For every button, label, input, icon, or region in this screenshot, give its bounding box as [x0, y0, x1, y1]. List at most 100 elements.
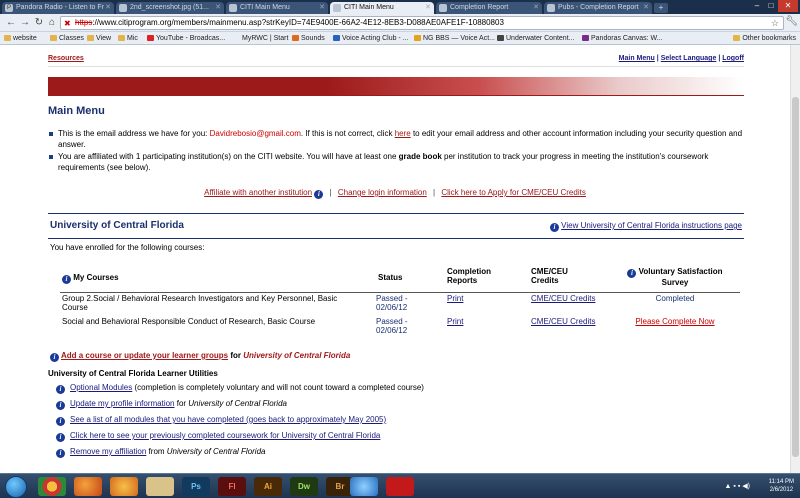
close-tab-icon[interactable]: ✕	[425, 2, 431, 14]
wrench-icon[interactable]: 🔧︎	[785, 16, 798, 27]
address-bar[interactable]: ✖ https://www.citiprogram.org/members/ma…	[60, 16, 784, 30]
bookmark-item[interactable]: Classes	[50, 32, 84, 44]
completed-modules-link[interactable]: See a list of all modules that you have …	[70, 415, 386, 424]
info-icon[interactable]: i	[50, 353, 59, 362]
maximize-icon[interactable]: □	[764, 0, 778, 12]
info-icon[interactable]: i	[56, 449, 65, 458]
cme-credits-link[interactable]: CME/CEU Credits	[531, 317, 595, 326]
table-row-course: Social and Behavioral Responsible Conduc…	[62, 317, 316, 326]
add-course-link[interactable]: Add a course or update your learner grou…	[61, 351, 228, 360]
utility-item: i Remove my affiliation from University o…	[56, 447, 265, 458]
info-icon[interactable]: i	[56, 385, 65, 394]
info-icon[interactable]: i	[627, 269, 637, 278]
acrobat-icon[interactable]	[386, 477, 414, 496]
header-status: Status	[378, 273, 403, 282]
info-icon[interactable]: i	[62, 275, 71, 284]
window-controls: – □ ✕	[750, 0, 798, 12]
explorer-icon[interactable]	[146, 477, 174, 496]
update-profile-link[interactable]: Update my profile information	[70, 399, 175, 408]
print-report-link[interactable]: Print	[447, 294, 463, 303]
info-icon[interactable]: i	[56, 401, 65, 410]
firefox-icon[interactable]	[74, 477, 102, 496]
forward-arrow-icon[interactable]: →	[18, 16, 32, 30]
illustrator-icon[interactable]: Ai	[254, 477, 282, 496]
account-actions: Affiliate with another institution i | C…	[204, 188, 586, 199]
edit-email-link[interactable]: here	[395, 129, 411, 138]
start-button[interactable]	[5, 476, 27, 498]
close-tab-icon[interactable]: ✕	[643, 2, 649, 14]
chrome-icon[interactable]	[38, 477, 66, 496]
new-tab-button[interactable]: +	[654, 3, 668, 13]
banner-divider	[48, 95, 744, 96]
dreamweaver-icon[interactable]: Dw	[290, 477, 318, 496]
bookmark-item[interactable]: website	[4, 32, 37, 44]
previous-coursework-link[interactable]: Click here to see your previously comple…	[70, 431, 380, 440]
bookmark-item[interactable]: View	[87, 32, 111, 44]
tab-pubs[interactable]: Pubs - Completion Report ✕	[544, 2, 652, 14]
info-icon[interactable]: i	[56, 417, 65, 426]
bookmark-item[interactable]: Mic	[118, 32, 138, 44]
tab-completion-report[interactable]: Completion Report ✕	[436, 2, 542, 14]
apply-cme-link[interactable]: Click here to Apply for CME/CEU Credits	[441, 188, 586, 197]
top-navigation: Resources Main Menu | Select Language | …	[48, 55, 744, 67]
info-icon[interactable]: i	[56, 433, 65, 442]
close-window-icon[interactable]: ✕	[778, 0, 798, 12]
complete-survey-link[interactable]: Please Complete Now	[619, 317, 731, 326]
youtube-icon	[147, 35, 154, 41]
affiliate-link[interactable]: Affiliate with another institution	[204, 188, 312, 197]
reload-icon[interactable]: ↻	[32, 16, 46, 30]
header-completion-reports: Completion Reports	[447, 267, 491, 285]
tab-pandora[interactable]: P Pandora Radio - Listen to Fr ✕	[2, 2, 114, 14]
header-voluntary-survey: i Voluntary Satisfaction Survey	[619, 267, 731, 287]
info-icon[interactable]: i	[549, 223, 559, 232]
tab-citi-active[interactable]: CITI Main Menu ✕	[330, 2, 434, 14]
minimize-icon[interactable]: –	[750, 0, 764, 12]
logoff-link[interactable]: Logoff	[722, 55, 744, 62]
bookmark-item[interactable]: Sounds	[292, 32, 325, 44]
back-arrow-icon[interactable]: ←	[4, 16, 18, 30]
print-report-link[interactable]: Print	[447, 317, 463, 326]
optional-modules-link[interactable]: Optional Modules	[70, 383, 132, 392]
flash-icon[interactable]: Fl	[218, 477, 246, 496]
tab-screenshot[interactable]: 2nd_screenshot.jpg (51... ✕	[116, 2, 224, 14]
bookmark-item[interactable]: YouTube - Broadcas...	[147, 32, 225, 44]
utilities-heading: University of Central Florida Learner Ut…	[48, 369, 218, 378]
security-warning-icon: ✖	[64, 19, 71, 28]
email-info-item: This is the email address we have for yo…	[48, 128, 748, 150]
system-clock[interactable]: 11:14 PM 2/6/2012	[769, 478, 794, 494]
vertical-scrollbar[interactable]	[790, 45, 800, 473]
bookmark-item[interactable]: Underwater Content...	[497, 32, 574, 44]
change-login-link[interactable]: Change login information	[338, 188, 427, 197]
cme-credits-link[interactable]: CME/CEU Credits	[531, 294, 595, 303]
account-info-list: This is the email address we have for yo…	[48, 128, 748, 174]
canvas-icon	[582, 35, 589, 41]
close-tab-icon[interactable]: ✕	[215, 2, 221, 14]
vlc-icon[interactable]	[110, 477, 138, 496]
select-language-link[interactable]: Select Language	[661, 55, 717, 62]
photoshop-icon[interactable]: Ps	[182, 477, 210, 496]
affiliation-info-item: You are affiliated with 1 participating …	[48, 151, 748, 173]
info-icon[interactable]: i	[314, 190, 324, 199]
instructions-link[interactable]: View University of Central Florida instr…	[561, 221, 742, 230]
scrollbar-thumb[interactable]	[792, 97, 799, 457]
home-icon[interactable]: ⌂	[45, 16, 59, 30]
remove-affiliation-link[interactable]: Remove my affiliation	[70, 447, 146, 456]
system-tray-icons[interactable]: ▲ ▪ ▪ ◀)	[725, 482, 750, 490]
institution-divider-top	[48, 213, 744, 214]
resources-link[interactable]: Resources	[48, 55, 84, 62]
bookmark-item[interactable]: Voice Acting Club - ...	[333, 32, 409, 44]
itunes-icon[interactable]	[350, 477, 378, 496]
main-menu-link[interactable]: Main Menu	[619, 55, 655, 62]
bookmark-item[interactable]: NG BBS — Voice Act...	[414, 32, 495, 44]
other-bookmarks[interactable]: Other bookmarks	[733, 32, 796, 44]
close-tab-icon[interactable]: ✕	[319, 2, 325, 14]
close-tab-icon[interactable]: ✕	[105, 2, 111, 14]
bookmark-star-icon[interactable]: ☆	[771, 17, 779, 29]
utility-item: i Click here to see your previously compl…	[56, 431, 380, 442]
folder-icon	[118, 35, 125, 41]
bookmark-item[interactable]: MyRWC | Start	[242, 32, 288, 44]
bookmark-item[interactable]: Pandoras Canvas: W...	[582, 32, 663, 44]
page-title: Main Menu	[48, 105, 105, 117]
tab-citi-1[interactable]: CITI Main Menu ✕	[226, 2, 328, 14]
close-tab-icon[interactable]: ✕	[533, 2, 539, 14]
